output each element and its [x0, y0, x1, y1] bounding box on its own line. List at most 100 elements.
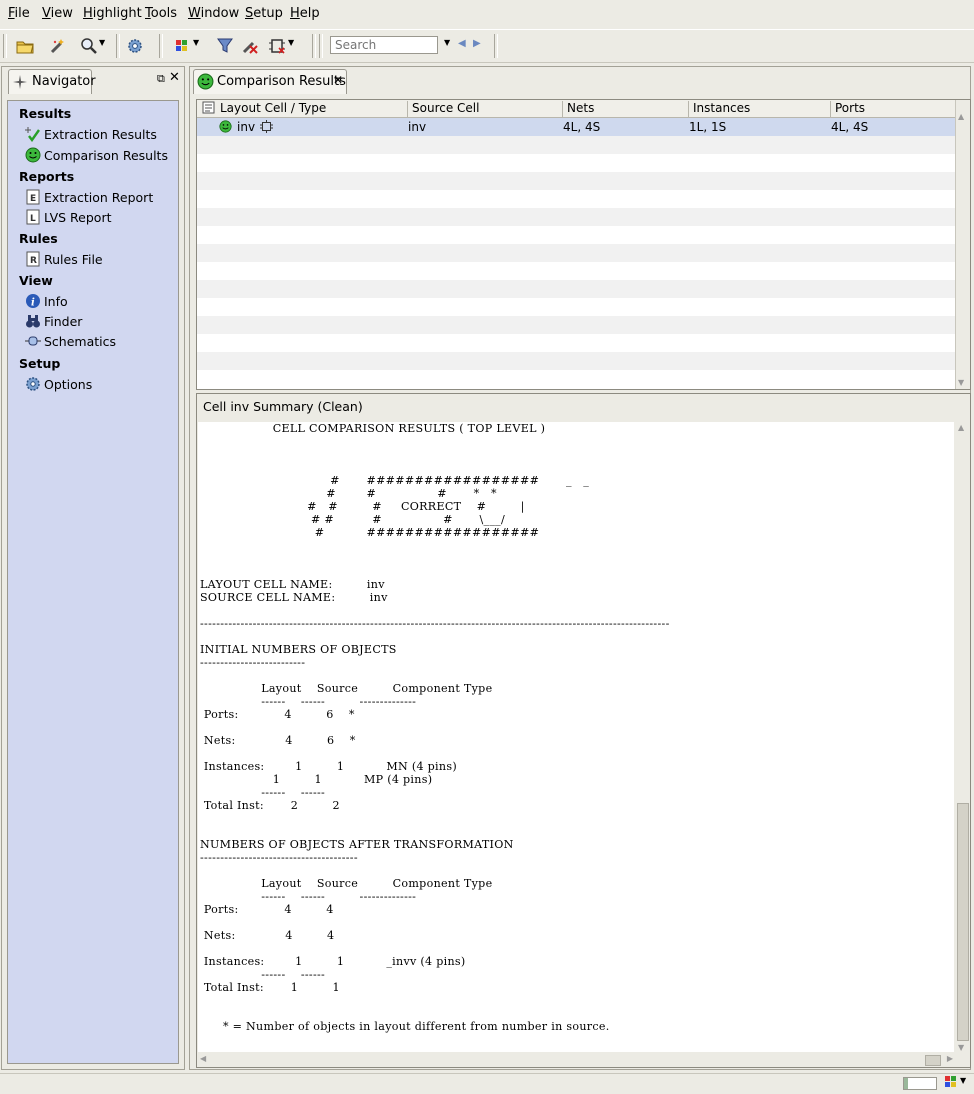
menu-setup[interactable]: Setup [245, 6, 283, 21]
menu-window[interactable]: Window [188, 6, 239, 21]
nav-item-rules-file[interactable]: R Rules File [25, 250, 103, 268]
summary-report-view: CELL COMPARISON RESULTS ( TOP LEVEL ) # … [198, 422, 954, 1052]
nav-item-label: LVS Report [44, 209, 112, 225]
smiley-icon [197, 73, 214, 94]
column-header-source-cell[interactable]: Source Cell [408, 101, 563, 117]
toolbar-grip [3, 34, 7, 58]
cell-instances: 1L, 1S [689, 120, 727, 134]
search-previous-icon[interactable]: ◀ [458, 38, 466, 49]
menu-setup-rest: etup [253, 6, 283, 21]
table-row-empty [197, 208, 955, 226]
close-icon[interactable]: ✕ [333, 73, 343, 87]
report-vertical-scrollbar[interactable]: ▲ ▼ [956, 422, 969, 1053]
scroll-left-icon[interactable]: ◀ [200, 1054, 206, 1063]
cell-hierarchy-icon [260, 120, 273, 136]
toolbar: ▼ ▼ ▼ ▼ ◀ ▶ [0, 29, 974, 63]
search-input[interactable] [330, 36, 438, 54]
nav-item-label: Finder [44, 313, 83, 329]
menu-tools[interactable]: Tools [145, 6, 177, 21]
menu-bar: File View Highlight Tools Window Setup H… [0, 0, 974, 28]
cell-source-cell: inv [408, 120, 427, 134]
menu-window-rest: indow [200, 6, 240, 21]
nav-section-reports: Reports [19, 169, 75, 184]
clear-highlight-icon[interactable] [239, 36, 261, 56]
navigator-tab-label: Navigator [32, 74, 96, 89]
close-icon[interactable]: ✕ [169, 70, 180, 85]
nav-item-finder[interactable]: Finder [25, 312, 82, 330]
tab-navigator[interactable]: Navigator [8, 69, 96, 94]
cell-ports: 4L, 4S [831, 120, 869, 134]
menu-file[interactable]: File [8, 6, 30, 21]
scrollbar-thumb[interactable] [925, 1055, 941, 1066]
cell-summary-panel: Cell inv Summary (Clean) CELL COMPARISON… [196, 393, 971, 1068]
smiley-icon [219, 120, 232, 136]
zoom-dropdown-icon[interactable]: ▼ [99, 38, 105, 47]
scroll-down-icon[interactable]: ▼ [958, 1043, 964, 1052]
nav-item-options[interactable]: Options [25, 375, 92, 393]
progress-indicator [903, 1077, 937, 1090]
tab-comparison-results[interactable]: Comparison Results ✕ [193, 69, 347, 94]
smiley-icon [25, 147, 41, 163]
cell-nets: 4L, 4S [563, 120, 601, 134]
nav-item-comparison-results[interactable]: Comparison Results [25, 146, 168, 164]
undock-icon[interactable]: ⧉ [157, 72, 165, 86]
menu-highlight[interactable]: Highlight [83, 6, 142, 21]
column-settings-icon[interactable] [202, 101, 215, 117]
comparison-tab-label: Comparison Results [217, 74, 346, 89]
status-dropdown-icon[interactable]: ▼ [960, 1076, 966, 1085]
svg-text:L: L [30, 214, 36, 224]
toolbar-separator [494, 34, 498, 58]
scrollbar-thumb[interactable] [957, 803, 969, 1041]
scroll-right-icon[interactable]: ▶ [947, 1054, 953, 1063]
menu-view-rest: iew [50, 6, 73, 21]
report-horizontal-scrollbar[interactable]: ◀ ▶ [198, 1054, 955, 1066]
menu-view[interactable]: View [42, 6, 73, 21]
nav-item-extraction-results[interactable]: Extraction Results [25, 125, 157, 143]
cell-layout-cell: inv [237, 120, 256, 134]
nav-section-rules: Rules [19, 231, 58, 246]
palette-dropdown-icon[interactable]: ▼ [193, 38, 199, 47]
search-next-icon[interactable]: ▶ [473, 38, 481, 49]
cell-dropdown-icon[interactable]: ▼ [288, 38, 294, 47]
cell-select-icon[interactable] [266, 36, 288, 56]
column-header-ports[interactable]: Ports [831, 101, 955, 117]
menu-tools-rest: ools [150, 6, 178, 21]
nav-section-results: Results [19, 106, 72, 121]
comparison-table: Layout Cell / Type Source Cell Nets Inst… [196, 99, 971, 390]
scroll-up-icon[interactable]: ▲ [958, 423, 964, 432]
toolbar-separator [312, 34, 316, 58]
column-header-instances[interactable]: Instances [689, 101, 831, 117]
menu-help-mnemonic: H [290, 6, 300, 21]
table-row-empty [197, 136, 955, 154]
nav-item-lvs-report[interactable]: L LVS Report [25, 208, 112, 226]
column-header-nets[interactable]: Nets [563, 101, 689, 117]
filter-icon[interactable] [214, 36, 236, 56]
open-folder-icon[interactable] [14, 36, 36, 56]
nav-item-label: Comparison Results [44, 147, 168, 163]
nav-item-label: Info [44, 293, 68, 309]
nav-item-info[interactable]: i Info [25, 292, 68, 310]
menu-help[interactable]: Help [290, 6, 320, 21]
highlight-wand-icon[interactable] [47, 36, 69, 56]
gear-icon[interactable] [124, 36, 146, 56]
color-palette-icon[interactable] [944, 1075, 957, 1091]
nav-item-extraction-report[interactable]: E Extraction Report [25, 188, 153, 206]
progress-fill [904, 1078, 908, 1089]
table-row[interactable]: inv inv 4L, 4S 1L, 1S 4L, 4S [197, 118, 955, 136]
search-dropdown-icon[interactable]: ▼ [444, 38, 450, 47]
nav-item-label: Extraction Report [44, 189, 154, 205]
menu-highlight-mnemonic: H [83, 6, 93, 21]
color-palette-icon[interactable] [172, 36, 194, 56]
summary-report-text: CELL COMPARISON RESULTS ( TOP LEVEL ) # … [200, 422, 670, 1033]
table-vertical-scrollbar[interactable]: ▲ ▼ [955, 100, 970, 389]
gear-icon [25, 376, 41, 392]
info-icon: i [25, 293, 41, 309]
checkmark-icon [25, 126, 41, 142]
table-row-empty [197, 172, 955, 190]
scroll-down-icon[interactable]: ▼ [958, 378, 964, 387]
column-header-layout-cell[interactable]: Layout Cell / Type [216, 101, 408, 117]
zoom-icon[interactable] [78, 36, 100, 56]
scroll-up-icon[interactable]: ▲ [958, 112, 964, 121]
nav-item-schematics[interactable]: Schematics [25, 332, 116, 350]
nav-section-view: View [19, 273, 53, 288]
